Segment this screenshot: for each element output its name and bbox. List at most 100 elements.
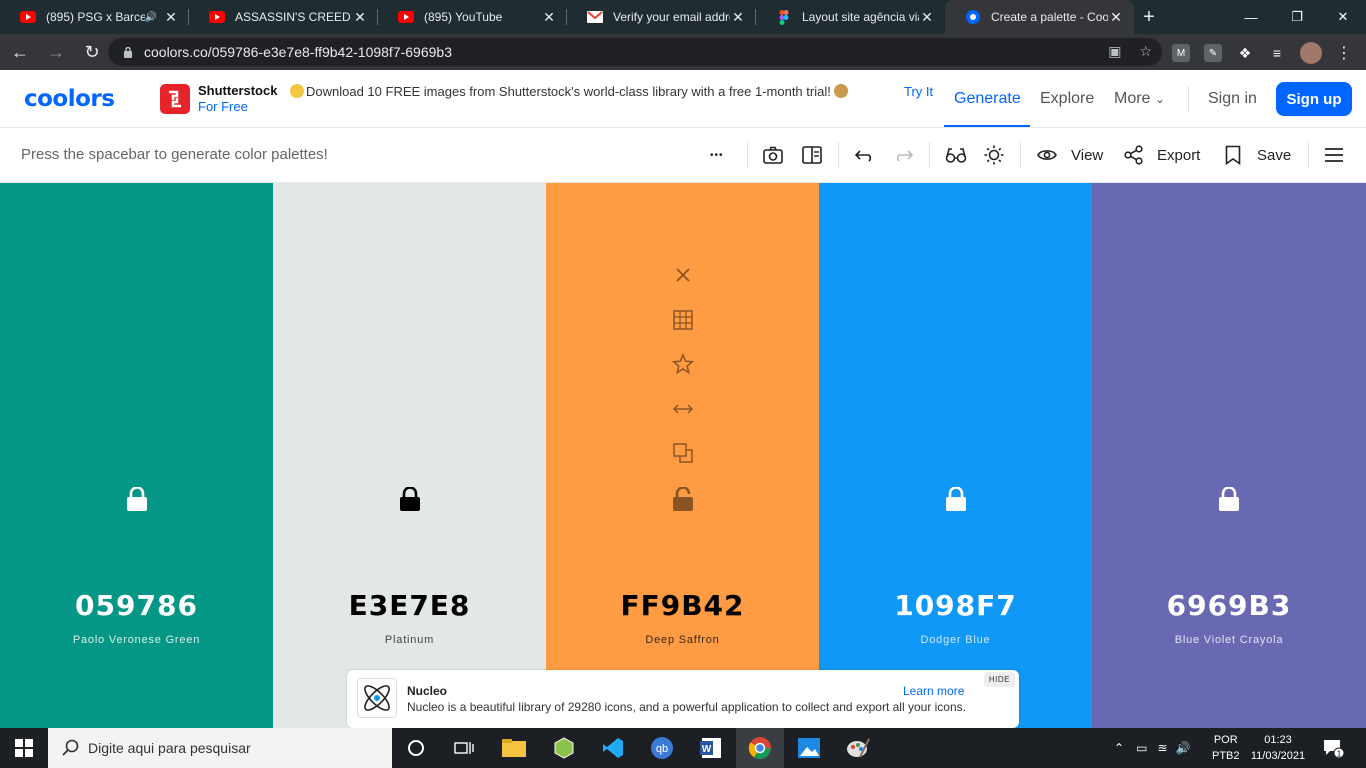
close-tab-icon[interactable]: ✕ (1108, 9, 1124, 26)
file-explorer-icon[interactable] (500, 734, 528, 762)
glasses-icon[interactable] (945, 144, 967, 166)
browser-tab-6-active[interactable]: Create a palette - Coolo ✕ (945, 0, 1134, 34)
menu-kebab-icon[interactable]: ⋮ (1336, 43, 1352, 63)
paint-icon[interactable] (844, 734, 872, 762)
signin-link[interactable]: Sign in (1208, 90, 1257, 108)
signup-button[interactable]: Sign up (1276, 82, 1352, 116)
qbittorrent-icon[interactable]: qb (648, 734, 676, 762)
browser-tab-3[interactable]: (895) YouTube ✕ (378, 0, 567, 34)
unlock-icon[interactable] (1218, 487, 1240, 511)
avatar[interactable] (1300, 42, 1322, 64)
palette-color-3[interactable]: FF9B42 Deep Saffron (546, 183, 819, 728)
media-queue-icon[interactable]: ≡ (1268, 44, 1286, 62)
browser-tab-1[interactable]: (895) PSG x Barcelo 🔊 ✕ (0, 0, 189, 34)
star-icon[interactable] (671, 353, 694, 375)
close-tab-icon[interactable]: ✕ (163, 9, 179, 26)
color-hex[interactable]: E3E7E8 (273, 589, 546, 622)
remove-color-icon[interactable] (672, 264, 694, 286)
audio-icon[interactable]: 🔊 (145, 12, 157, 23)
browser-tab-5[interactable]: Layout site agência viag ✕ (756, 0, 945, 34)
puzzle-icon[interactable]: ❖ (1236, 44, 1254, 62)
palette-color-1[interactable]: 059786 Paolo Veronese Green (0, 183, 273, 728)
translate-icon[interactable]: ▣ (1108, 43, 1121, 60)
nucleo-ad-popup[interactable]: Nucleo Nucleo is a beautiful library of … (347, 670, 1019, 728)
network-icon[interactable]: ≊ (1157, 741, 1167, 755)
redo-icon[interactable] (893, 144, 913, 166)
shades-grid-icon[interactable] (672, 309, 694, 331)
close-tab-icon[interactable]: ✕ (541, 9, 557, 26)
reload-icon[interactable]: ↻ (76, 36, 108, 68)
unlock-icon[interactable] (126, 487, 148, 511)
nav-explore[interactable]: Explore (1040, 90, 1094, 108)
minimize-icon[interactable]: — (1228, 0, 1274, 34)
palette-color-5[interactable]: 6969B3 Blue Violet Crayola (1092, 183, 1366, 728)
export-button[interactable]: Export (1124, 144, 1200, 166)
battery-icon[interactable]: ▭ (1136, 741, 1147, 755)
undo-icon[interactable] (855, 144, 875, 166)
nav-more[interactable]: More ⌄ (1114, 90, 1165, 108)
coolors-logo[interactable]: coolors (24, 86, 115, 112)
learn-more-link[interactable]: Learn more (903, 684, 964, 698)
color-hex[interactable]: 6969B3 (1092, 589, 1366, 622)
color-hex[interactable]: 1098F7 (819, 589, 1092, 622)
save-button[interactable]: Save (1225, 144, 1291, 166)
view-button[interactable]: View (1037, 144, 1103, 166)
back-icon[interactable]: ← (4, 36, 36, 68)
color-hex[interactable]: 059786 (0, 589, 273, 622)
drag-arrows-icon[interactable] (672, 398, 694, 420)
volume-icon[interactable]: 🔊 (1175, 741, 1190, 755)
adjust-brightness-icon[interactable] (984, 144, 1004, 166)
task-view-icon[interactable] (450, 734, 478, 762)
color-name[interactable]: Blue Violet Crayola (1092, 634, 1366, 646)
color-name[interactable]: Platinum (273, 634, 546, 646)
extension-icon[interactable]: ✎ (1204, 44, 1222, 62)
taskbar-search-input[interactable]: Digite aqui para pesquisar (48, 728, 392, 768)
tray-chevron-up-icon[interactable]: ⌃ (1114, 741, 1124, 755)
extension-m-icon[interactable]: M (1172, 44, 1190, 62)
chrome-taskbar-icon[interactable] (736, 728, 784, 768)
cortana-icon[interactable] (402, 734, 430, 762)
forward-icon[interactable]: → (40, 36, 72, 68)
palette-color-2[interactable]: E3E7E8 Platinum (273, 183, 546, 728)
ad-try-it-link[interactable]: Try It (904, 84, 933, 99)
shutterstock-icon[interactable] (160, 84, 190, 114)
color-name[interactable]: Paolo Veronese Green (0, 634, 273, 646)
palette-color-4[interactable]: 1098F7 Dodger Blue (819, 183, 1092, 728)
youtube-icon (209, 9, 225, 25)
windows-start-icon[interactable] (0, 728, 48, 768)
close-tab-icon[interactable]: ✕ (730, 9, 746, 26)
hamburger-menu-icon[interactable] (1325, 144, 1343, 166)
color-name[interactable]: Deep Saffron (546, 634, 819, 646)
app-cube-icon[interactable] (550, 734, 578, 762)
unlock-icon[interactable] (945, 487, 967, 511)
copy-icon[interactable] (672, 442, 694, 464)
bookmark-star-icon[interactable]: ☆ (1139, 43, 1152, 60)
hide-ad-button[interactable]: HIDE (983, 672, 1015, 687)
language-indicator[interactable]: POR PTB2 (1212, 728, 1240, 768)
color-hex[interactable]: FF9B42 (546, 589, 819, 622)
close-window-icon[interactable]: ✕ (1320, 0, 1366, 34)
address-bar[interactable]: coolors.co/059786-e3e7e8-ff9b42-1098f7-6… (108, 38, 1162, 66)
close-tab-icon[interactable]: ✕ (352, 9, 368, 26)
close-tab-icon[interactable]: ✕ (919, 9, 935, 26)
photos-icon[interactable] (795, 734, 823, 762)
unlock-icon[interactable] (399, 487, 421, 511)
browser-tab-4[interactable]: Verify your email addre ✕ (567, 0, 756, 34)
notifications-icon[interactable]: 1 (1322, 728, 1344, 768)
more-options-icon[interactable]: ••• (710, 144, 724, 166)
camera-icon[interactable] (763, 144, 783, 166)
unlock-icon[interactable] (672, 487, 694, 511)
browser-tab-2[interactable]: ASSASSIN'S CREED VALH ✕ (189, 0, 378, 34)
clock[interactable]: 01:23 11/03/2021 (1250, 728, 1306, 768)
tab-title: ASSASSIN'S CREED VALH (235, 10, 352, 24)
word-icon[interactable]: W (697, 734, 725, 762)
restore-icon[interactable]: ❐ (1274, 0, 1320, 34)
nav-generate[interactable]: Generate (954, 90, 1021, 108)
ad-brand-sub[interactable]: For Free (198, 99, 248, 114)
view-mode-icon[interactable] (802, 144, 822, 166)
new-tab-button[interactable]: + (1134, 0, 1164, 34)
vscode-icon[interactable] (599, 734, 627, 762)
color-name[interactable]: Dodger Blue (819, 634, 1092, 646)
ad-brand-name[interactable]: Shutterstock (198, 83, 277, 98)
spacebar-hint: Press the spacebar to generate color pal… (21, 146, 328, 163)
